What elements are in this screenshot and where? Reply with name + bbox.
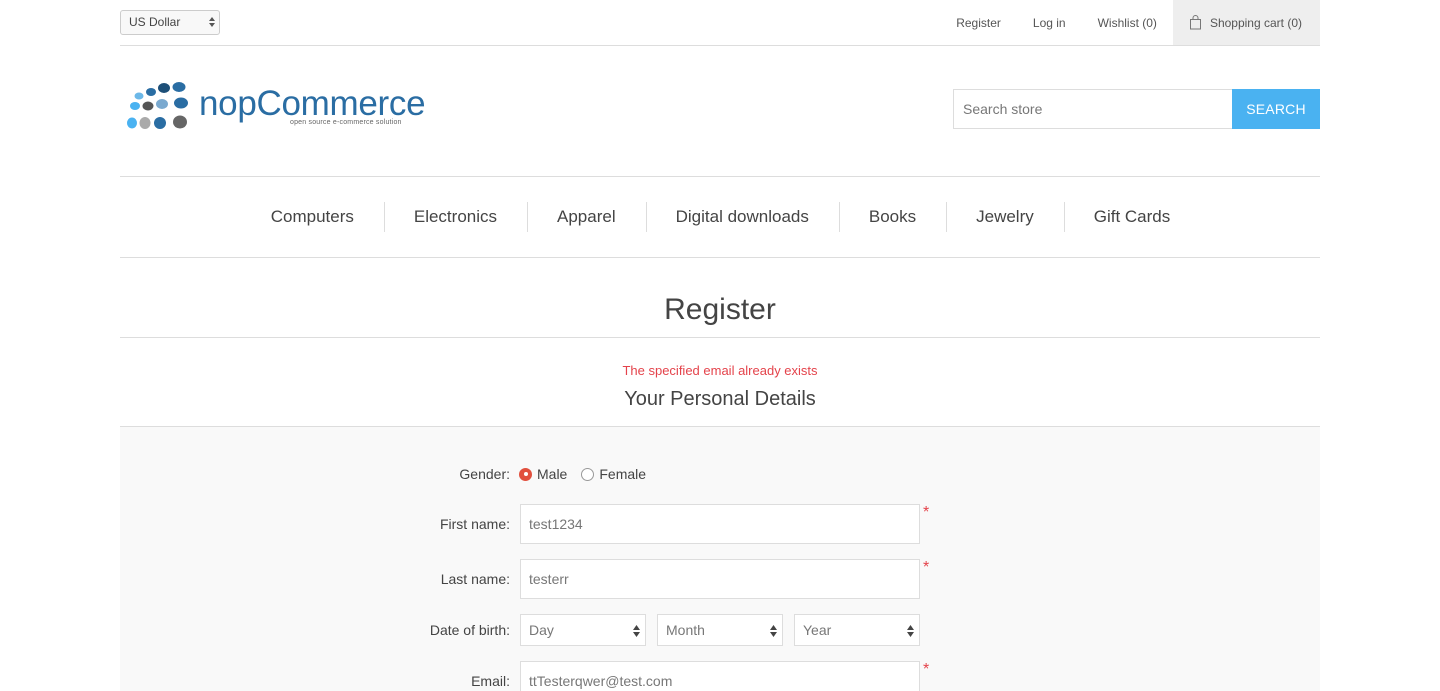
first-name-label: First name: [439,516,510,532]
email-row: Email: ttTesterqwer@test.com * [120,661,1320,691]
page-title-block: Register [120,290,1320,338]
gender-row: Gender: Male Female [120,464,1320,504]
search-form: Search store Search [953,89,1320,129]
logo-tagline: open source e-commerce solution [290,119,402,126]
required-marker: * [923,559,930,576]
gender-female-label[interactable]: Female [599,466,646,482]
search-input[interactable]: Search store [953,89,1233,129]
gender-female-radio[interactable] [581,467,595,481]
select-arrows-icon [770,625,777,637]
date-of-birth-label: Date of birth: [429,622,510,638]
first-name-row: First name: test1234 * [120,504,1320,544]
header-links: Register Log in Wishlist (0) Shopping ca… [940,0,1320,45]
store-logo[interactable]: nopCommerce open source e-commerce solut… [124,82,426,134]
logo-wordmark: nopCommerce [199,84,426,123]
menu-item-jewelry[interactable]: Jewelry [946,202,1064,232]
required-marker: * [923,661,930,678]
menu-item-apparel[interactable]: Apparel [527,202,646,232]
section-title: Your Personal Details [120,386,1320,427]
email-input[interactable]: ttTesterqwer@test.com [520,661,920,691]
shopping-cart-label: Shopping cart (0) [1209,15,1302,30]
select-arrows-icon [209,17,215,27]
dob-month-select[interactable]: Month [657,614,783,646]
dob-month-value: Month [666,622,705,638]
shopping-bag-icon [1189,15,1201,30]
menu-item-books[interactable]: Books [838,202,946,232]
gender-male-radio[interactable] [519,467,532,481]
dob-year-select[interactable]: Year [794,614,920,646]
select-arrows-icon [633,625,640,637]
menu-item-digital-downloads[interactable]: Digital downloads [645,202,839,232]
menu-item-electronics[interactable]: Electronics [383,202,527,232]
currency-select[interactable]: US Dollar [120,10,220,35]
shopping-cart-link[interactable]: Shopping cart (0) [1172,0,1320,45]
email-label: Email: [471,673,510,689]
search-button[interactable]: Search [1232,89,1320,129]
currency-select-value: US Dollar [129,15,181,29]
login-link[interactable]: Log in [1017,0,1082,45]
gender-label: Gender: [459,466,510,482]
gender-options: Male Female [519,466,646,482]
wishlist-link[interactable]: Wishlist (0) [1082,0,1173,45]
menu-item-gift-cards[interactable]: Gift Cards [1063,202,1201,232]
top-menu: Computers Electronics Apparel Digital do… [120,176,1320,258]
logo-dots-icon [127,82,188,129]
last-name-input[interactable]: testerr [520,559,920,599]
last-name-label: Last name: [440,571,510,587]
register-link[interactable]: Register [940,0,1017,45]
validation-error-message: The specified email already exists [622,363,818,378]
date-of-birth-row: Date of birth: Day Month Year [120,614,1320,654]
select-arrows-icon [907,625,914,637]
required-marker: * [923,504,930,521]
gender-male-label[interactable]: Male [537,466,567,482]
dob-year-value: Year [803,622,832,638]
header-links-bar: US Dollar Register Log in Wishlist (0) S… [120,0,1320,46]
last-name-row: Last name: testerr * [120,559,1320,599]
dob-day-select[interactable]: Day [520,614,646,646]
dob-day-value: Day [529,622,554,638]
page-title: Register [664,293,776,326]
menu-item-computers[interactable]: Computers [240,202,384,232]
first-name-input[interactable]: test1234 [520,504,920,544]
registration-form: Gender: Male Female First name: test1234… [120,427,1320,691]
